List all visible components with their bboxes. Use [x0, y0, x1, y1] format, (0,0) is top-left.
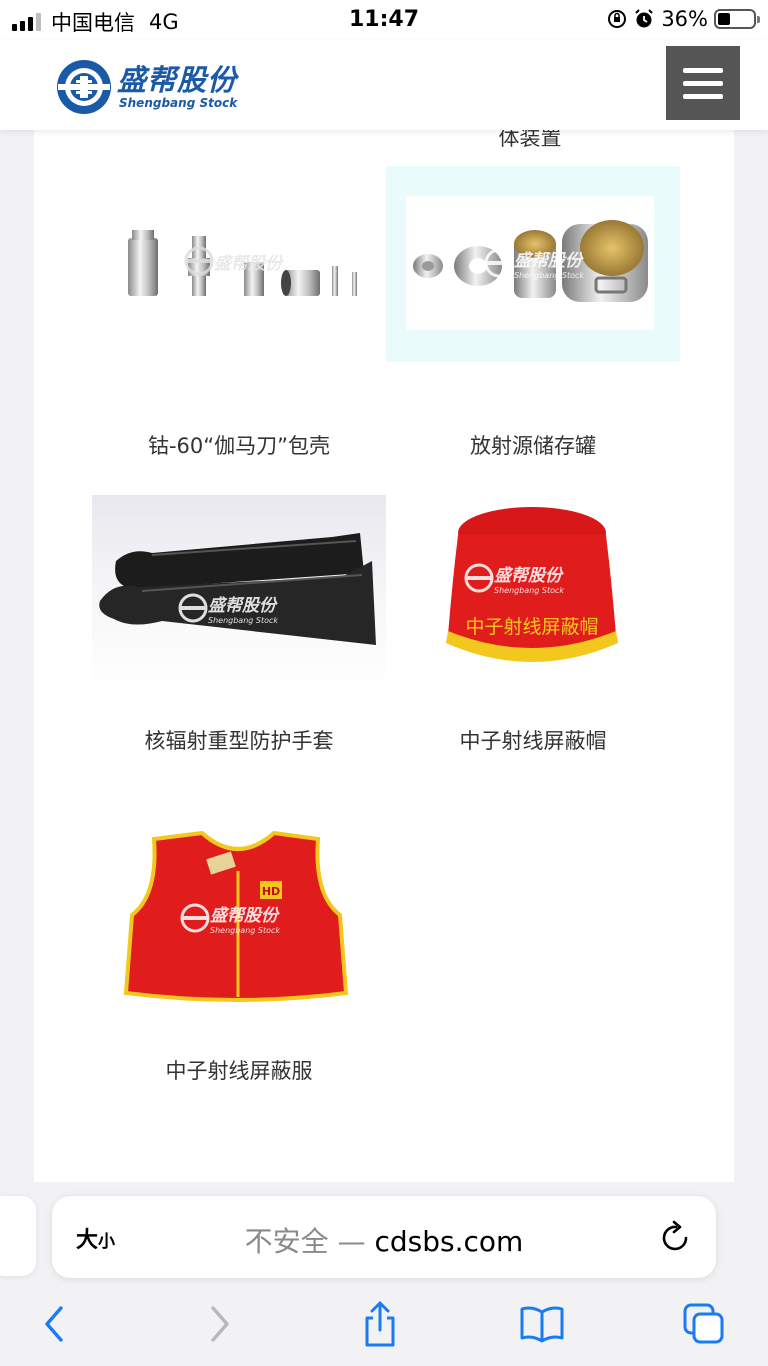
logo-mark-icon [57, 60, 111, 114]
product-caption[interactable]: 中子射线屏蔽服 [92, 1055, 386, 1085]
watermark: 盛帮股份 [184, 246, 282, 276]
watermark-text: 盛帮股份 [494, 566, 562, 586]
orientation-lock-icon [608, 10, 627, 28]
browser-toolbar [0, 1286, 768, 1366]
logo-chinese-name: 盛帮股份 [117, 63, 238, 97]
product-image[interactable]: 中子射线屏蔽帽 盛帮股份 Shengbang Stock [386, 495, 680, 691]
product-caption[interactable]: 放射源储存罐 [386, 430, 680, 460]
watermark-text: 盛帮股份 [514, 251, 582, 271]
product-grid: 体装置 盛帮股份 钴-60“伽马刀”包壳 盛帮股份 Shengbang Stoc… [34, 130, 734, 1182]
watermark-subtext: Shengbang Stock [514, 271, 585, 280]
site-logo[interactable]: 盛帮股份 Shengbang Stock [55, 58, 237, 116]
product-card[interactable]: 中子射线屏蔽帽 盛帮股份 Shengbang Stock 中子射线屏蔽帽 [386, 495, 680, 753]
watermark-text: 盛帮股份 [210, 906, 278, 926]
product-caption[interactable]: 核辐射重型防护手套 [92, 725, 386, 755]
product-image[interactable]: HD 盛帮股份 Shengbang Stock [92, 825, 386, 1021]
battery-percent: 36% [661, 7, 708, 31]
watermark: 盛帮股份 Shengbang Stock [464, 561, 564, 595]
share-icon [365, 1301, 395, 1347]
watermark-text: 盛帮股份 [214, 253, 282, 274]
menu-bar [683, 80, 723, 86]
url-display[interactable]: 不安全 — cdsbs.com [52, 1220, 716, 1260]
product-image[interactable]: 盛帮股份 Shengbang Stock [92, 495, 386, 691]
back-button[interactable] [30, 1302, 78, 1346]
product-card[interactable]: 盛帮股份 Shengbang Stock 核辐射重型防护手套 [92, 495, 386, 753]
watermark-subtext: Shengbang Stock [208, 616, 279, 625]
insecure-label: 不安全 — [244, 1225, 366, 1258]
forward-icon [211, 1306, 229, 1342]
watermark: 盛帮股份 Shengbang Stock [178, 591, 278, 625]
status-bar: 中国电信 4G 11:47 36% [0, 0, 768, 40]
vest-badge-text: HD [262, 885, 280, 898]
product-image[interactable]: 盛帮股份 [92, 166, 386, 362]
hat-print-text: 中子射线屏蔽帽 [465, 616, 598, 638]
product-caption[interactable]: 钴-60“伽马刀”包壳 [92, 430, 386, 460]
hamburger-menu-button[interactable] [666, 46, 740, 120]
status-right: 36% [607, 7, 760, 31]
product-card[interactable]: 盛帮股份 钴-60“伽马刀”包壳 [92, 166, 386, 458]
back-icon [45, 1306, 63, 1342]
product-caption-cut[interactable]: 体装置 [399, 130, 661, 152]
reload-icon[interactable] [660, 1220, 692, 1254]
watermark-subtext: Shengbang Stock [494, 586, 565, 595]
tabs-icon [683, 1303, 724, 1344]
logo-english-name: Shengbang Stock [119, 96, 238, 110]
bookmarks-button[interactable] [518, 1302, 566, 1346]
product-image[interactable]: 盛帮股份 Shengbang Stock [386, 166, 680, 362]
product-caption[interactable]: 中子射线屏蔽帽 [386, 725, 680, 755]
watermark-text: 盛帮股份 [208, 596, 276, 616]
watermark: 盛帮股份 Shengbang Stock [180, 901, 280, 935]
share-button[interactable] [356, 1301, 404, 1347]
address-bar[interactable]: 大小 不安全 — cdsbs.com [52, 1196, 716, 1278]
tabs-button[interactable] [680, 1302, 728, 1346]
menu-bar [683, 93, 723, 99]
product-card[interactable]: 盛帮股份 Shengbang Stock 放射源储存罐 [386, 166, 680, 458]
url-domain: cdsbs.com [374, 1225, 524, 1258]
battery-icon [714, 9, 760, 29]
previous-tab-peek[interactable] [0, 1196, 36, 1276]
alarm-icon [635, 9, 654, 28]
watermark: 盛帮股份 Shengbang Stock [484, 246, 584, 280]
browser-bottom-bar: 大小 不安全 — cdsbs.com [0, 1182, 768, 1366]
watermark-subtext: Shengbang Stock [210, 926, 281, 935]
menu-bar [683, 67, 723, 73]
site-header: 盛帮股份 Shengbang Stock [0, 40, 768, 130]
product-card[interactable]: HD 盛帮股份 Shengbang Stock 中子射线屏蔽服 [92, 825, 386, 1083]
forward-button[interactable] [196, 1302, 244, 1346]
bookmarks-icon [520, 1306, 564, 1343]
